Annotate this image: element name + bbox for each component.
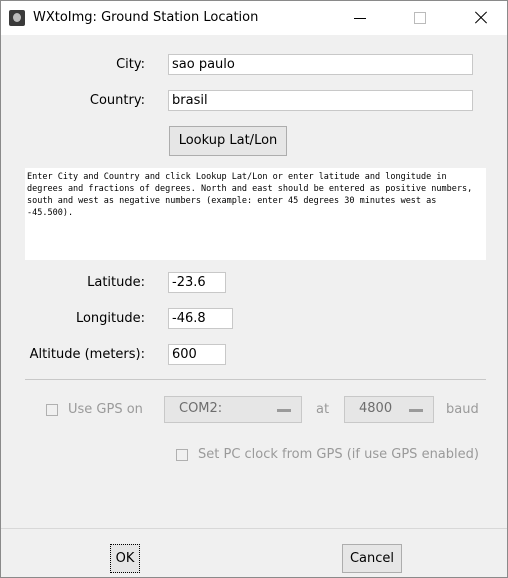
- baud-rate-select[interactable]: 4800: [344, 396, 434, 423]
- section-divider: [25, 379, 486, 380]
- ok-button[interactable]: OK: [110, 544, 140, 573]
- at-label: at: [316, 402, 330, 417]
- altitude-field[interactable]: [168, 344, 226, 365]
- title-bar: WXtoImg: Ground Station Location: [1, 1, 507, 35]
- window-title: WXtoImg: Ground Station Location: [33, 10, 259, 25]
- city-label: City:: [116, 57, 145, 72]
- lookup-latlon-button[interactable]: Lookup Lat/Lon: [169, 126, 287, 156]
- latitude-label: Latitude:: [87, 275, 145, 290]
- latitude-field[interactable]: [168, 272, 226, 293]
- longitude-field[interactable]: [168, 308, 233, 329]
- footer-divider: [1, 528, 507, 529]
- gps-port-select[interactable]: COM2:: [164, 396, 302, 423]
- dropdown-icon: [277, 409, 291, 412]
- dropdown-icon: [409, 409, 423, 412]
- cancel-button[interactable]: Cancel: [342, 544, 402, 573]
- app-icon: [9, 10, 25, 26]
- ground-station-dialog: WXtoImg: Ground Station Location City: C…: [0, 0, 508, 578]
- minimize-icon[interactable]: [337, 1, 383, 35]
- baud-rate-value: 4800: [359, 401, 393, 416]
- set-pc-clock-checkbox[interactable]: [176, 449, 188, 461]
- close-icon[interactable]: [457, 1, 503, 35]
- instructions-text: Enter City and Country and click Lookup …: [25, 168, 486, 260]
- baud-label: baud: [446, 402, 479, 417]
- gps-port-value: COM2:: [179, 401, 223, 416]
- country-field[interactable]: [168, 90, 473, 111]
- city-field[interactable]: [168, 54, 473, 75]
- country-label: Country:: [89, 93, 145, 108]
- longitude-label: Longitude:: [75, 311, 145, 326]
- use-gps-label: Use GPS on: [68, 402, 143, 417]
- use-gps-checkbox[interactable]: [46, 404, 58, 416]
- altitude-label: Altitude (meters):: [29, 347, 145, 362]
- set-pc-clock-label: Set PC clock from GPS (if use GPS enable…: [198, 447, 479, 462]
- maximize-icon: [397, 1, 443, 35]
